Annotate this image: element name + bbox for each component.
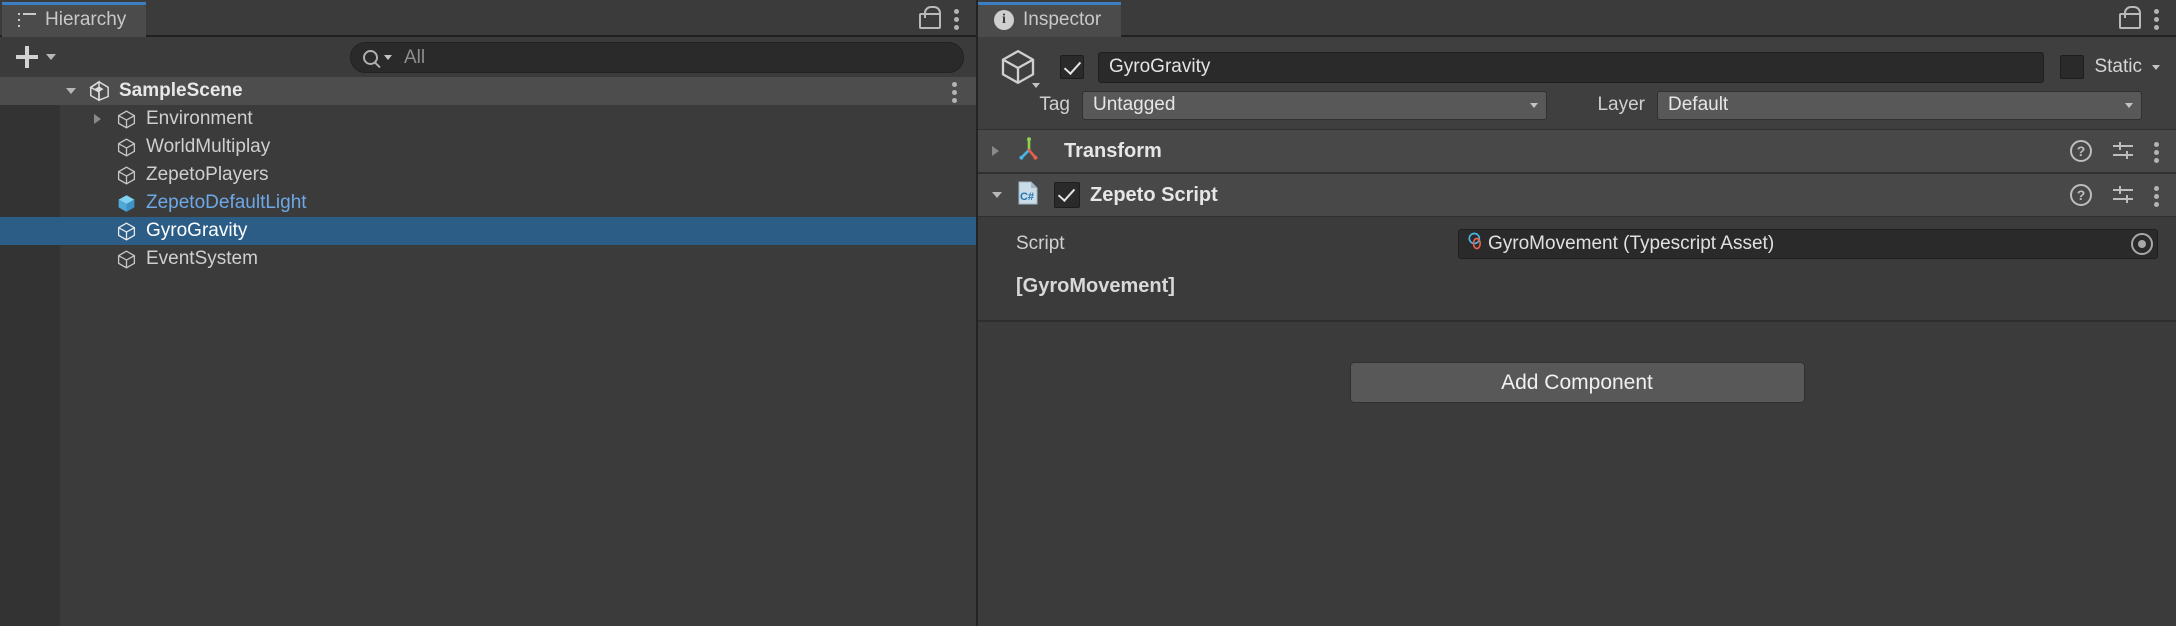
chevron-down-icon [2125, 102, 2133, 108]
environment-foldout-closed-icon[interactable] [94, 114, 101, 124]
component-actions: ? [2070, 182, 2160, 208]
prefab-cube-icon [116, 193, 137, 214]
hierarchy-panel: Hierarchy All SampleScene Environment Wo… [0, 0, 978, 626]
component-header-transform[interactable]: Transform ? [978, 129, 2176, 173]
hierarchy-scene-label: SampleScene [119, 80, 243, 101]
inspector-kebab-menu-icon[interactable] [2154, 5, 2160, 31]
help-icon[interactable]: ? [2070, 184, 2092, 206]
zepeto-script-enabled-checkbox[interactable] [1054, 182, 1080, 208]
gameobject-cube-icon [116, 137, 137, 158]
static-label: Static [2094, 56, 2142, 77]
hierarchy-row-worldmultiplay[interactable]: WorldMultiplay [0, 133, 976, 161]
static-toggle-group: Static [2060, 55, 2160, 79]
hierarchy-tree: SampleScene Environment WorldMultiplay Z… [0, 77, 976, 626]
tag-value: Untagged [1093, 94, 1176, 115]
script-note-label: [GyroMovement] [1016, 275, 1175, 297]
gameobject-cube-icon [116, 165, 137, 186]
hierarchy-toolbar: All [0, 37, 976, 77]
tag-dropdown[interactable]: Untagged [1082, 90, 1547, 120]
hierarchy-item-label: ZepetoDefaultLight [146, 192, 307, 213]
script-field-value: GyroMovement (Typescript Asset) [1488, 233, 1775, 254]
hierarchy-tabbar-actions [918, 5, 976, 37]
unity-scene-icon [88, 80, 110, 102]
tab-inspector[interactable]: i Inspector [978, 2, 1122, 37]
component-kebab-menu-icon[interactable] [2154, 138, 2160, 164]
chevron-down-icon [1530, 102, 1538, 108]
script-object-field[interactable]: GyroMovement (Typescript Asset) [1458, 229, 2158, 259]
tag-label: Tag [1039, 94, 1070, 115]
gameobject-enabled-checkbox[interactable] [1060, 55, 1084, 79]
search-filter-chevron-icon [384, 55, 392, 60]
preset-settings-icon[interactable] [2111, 184, 2135, 206]
hierarchy-tabbar: Hierarchy [0, 0, 976, 37]
gameobject-cube-icon [116, 249, 137, 270]
layer-label: Layer [1597, 94, 1645, 115]
scene-row-kebab-menu-icon[interactable] [952, 78, 958, 104]
search-input[interactable]: All [350, 42, 964, 73]
hierarchy-row-environment[interactable]: Environment [0, 105, 976, 133]
hierarchy-row-eventsystem[interactable]: EventSystem [0, 245, 976, 273]
gameobject-header: GyroGravity Static Tag Untagged Layer De… [978, 37, 2176, 129]
hierarchy-row-samplescene[interactable]: SampleScene [0, 77, 976, 105]
hierarchy-item-label: GyroGravity [146, 220, 248, 241]
gameobject-cube-icon [998, 47, 1040, 88]
layer-dropdown[interactable]: Default [1657, 90, 2142, 120]
gameobject-name-row: GyroGravity Static [994, 47, 2160, 88]
search-icon [363, 50, 378, 65]
chevron-down-icon [46, 54, 56, 60]
tab-hierarchy-label: Hierarchy [45, 8, 127, 30]
hierarchy-kebab-menu-icon[interactable] [954, 5, 960, 31]
zepeto-script-body: Script GyroMovement (Typescript Asset) [… [978, 217, 2176, 320]
inspector-components: Transform ? C# Zepeto Script ? Script Gy… [978, 129, 2176, 626]
gameobject-cube-icon [116, 109, 137, 130]
hierarchy-item-label: ZepetoPlayers [146, 164, 269, 185]
script-field-label: Script [1016, 233, 1065, 254]
lock-open-icon[interactable] [918, 6, 941, 29]
component-header-zepeto-script[interactable]: C# Zepeto Script ? [978, 173, 2176, 217]
tab-hierarchy[interactable]: Hierarchy [2, 2, 147, 37]
scene-foldout-open-icon[interactable] [66, 88, 76, 94]
transform-foldout-closed-icon[interactable] [992, 146, 1016, 156]
component-kebab-menu-icon[interactable] [2154, 182, 2160, 208]
unity-editor-window: Hierarchy All SampleScene Environment Wo… [0, 0, 2176, 626]
info-icon: i [994, 9, 1014, 30]
object-picker-icon[interactable] [2131, 233, 2153, 255]
script-property-row: Script GyroMovement (Typescript Asset) [978, 223, 2176, 265]
add-component-button[interactable]: Add Component [1349, 362, 1805, 403]
tag-layer-row: Tag Untagged Layer Default [994, 87, 2160, 129]
hierarchy-item-label: WorldMultiplay [146, 136, 271, 157]
gameobject-name-field[interactable]: GyroGravity [1098, 51, 2045, 83]
component-actions: ? [2070, 138, 2160, 164]
tab-inspector-label: Inspector [1023, 8, 1102, 30]
hierarchy-item-label: EventSystem [146, 248, 258, 269]
hierarchy-list-icon [18, 12, 36, 27]
hierarchy-row-zepetodefaultlight[interactable]: ZepetoDefaultLight [0, 189, 976, 217]
layer-value: Default [1668, 94, 1729, 115]
search-placeholder: All [404, 46, 426, 68]
add-component-area: Add Component [978, 322, 2176, 403]
typescript-asset-icon [1466, 231, 1486, 257]
create-gameobject-button[interactable] [10, 44, 62, 70]
preset-settings-icon[interactable] [2111, 140, 2135, 162]
component-title: Transform [1064, 139, 1162, 162]
hierarchy-row-zepetoplayers[interactable]: ZepetoPlayers [0, 161, 976, 189]
help-icon[interactable]: ? [2070, 140, 2092, 162]
transform-axis-icon [1016, 136, 1042, 167]
lock-open-icon[interactable] [2118, 6, 2141, 29]
static-checkbox[interactable] [2060, 55, 2085, 79]
csharp-script-icon: C# [1016, 180, 1040, 211]
hierarchy-item-label: Environment [146, 108, 253, 129]
inspector-tabbar: i Inspector [978, 0, 2176, 37]
plus-icon [16, 46, 38, 68]
svg-text:C#: C# [1020, 191, 1034, 203]
inspector-panel: i Inspector GyroGravity Static Tag Untag… [978, 0, 2176, 626]
inspector-tabbar-actions [2118, 5, 2176, 37]
zepeto-script-foldout-open-icon[interactable] [992, 192, 1016, 198]
gameobject-icon-dropdown-icon[interactable] [1032, 83, 1040, 88]
static-chevron-down-icon[interactable] [2152, 64, 2160, 70]
gameobject-cube-icon [116, 221, 137, 242]
hierarchy-row-gyrogravity[interactable]: GyroGravity [0, 217, 976, 245]
component-title: Zepeto Script [1090, 183, 1218, 206]
